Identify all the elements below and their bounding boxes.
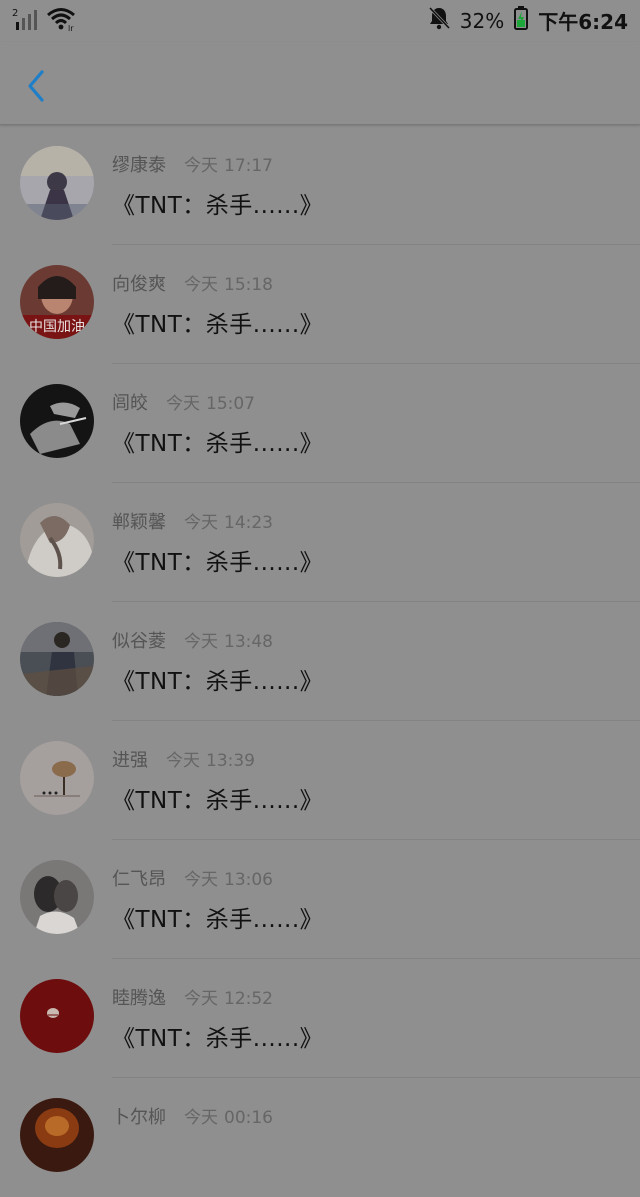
chevron-left-icon	[28, 70, 44, 102]
sim-number: 2	[12, 8, 18, 19]
author-name[interactable]: 仁飞昂	[112, 865, 166, 891]
post-time: 17:17	[224, 156, 273, 176]
post-day: 今天	[184, 870, 218, 890]
post-day: 今天	[184, 275, 218, 295]
post-day: 今天	[184, 1108, 218, 1128]
post-title[interactable]: 《TNT：杀手......》	[112, 662, 323, 696]
post-time: 13:06	[224, 870, 273, 890]
avatar-caption: 中国加油	[29, 319, 85, 335]
post-day: 今天	[184, 632, 218, 652]
status-bar: 2 lr 32% 下午6:24	[0, 0, 640, 42]
list-item[interactable]: 闾皎 今天 15:07 《TNT：杀手......》	[0, 364, 640, 483]
avatar	[20, 741, 94, 815]
post-title[interactable]: 《TNT：杀手......》	[112, 543, 323, 577]
post-date: 今天 15:07	[166, 389, 255, 414]
avatar: 中国加油	[20, 265, 94, 339]
avatar	[20, 384, 94, 458]
post-date: 今天 13:48	[184, 627, 273, 652]
post-time: 00:16	[224, 1108, 273, 1128]
author-name[interactable]: 进强	[112, 746, 148, 772]
post-date: 今天 00:16	[184, 1103, 273, 1128]
mute-notification-icon	[428, 6, 450, 35]
post-title[interactable]: 《TNT：杀手......》	[112, 1019, 323, 1053]
back-button[interactable]	[20, 68, 52, 104]
author-name[interactable]: 向俊爽	[112, 270, 166, 296]
item-meta: 睦腾逸 今天 12:52	[112, 984, 273, 1010]
post-title[interactable]: 《TNT：杀手......》	[112, 781, 323, 815]
list-item[interactable]: 睦腾逸 今天 12:52 《TNT：杀手......》	[0, 959, 640, 1078]
post-date: 今天 14:23	[184, 508, 273, 533]
post-date: 今天 17:17	[184, 151, 273, 176]
post-time: 15:07	[206, 394, 255, 414]
battery-percent: 32%	[459, 8, 505, 33]
avatar	[20, 860, 94, 934]
post-time: 14:23	[224, 513, 273, 533]
post-title[interactable]: 《TNT：杀手......》	[112, 305, 323, 339]
status-left: 2 lr	[12, 6, 78, 33]
author-name[interactable]: 卜尔柳	[112, 1103, 166, 1129]
wifi-icon: lr	[46, 6, 78, 33]
item-meta: 仁飞昂 今天 13:06	[112, 865, 273, 891]
post-time: 13:48	[224, 632, 273, 652]
post-date: 今天 15:18	[184, 270, 273, 295]
item-meta: 缪康泰 今天 17:17	[112, 151, 273, 177]
post-title[interactable]: 《TNT：杀手......》	[112, 186, 323, 220]
header	[0, 42, 640, 125]
post-day: 今天	[184, 156, 218, 176]
list-item[interactable]: 郸颖馨 今天 14:23 《TNT：杀手......》	[0, 483, 640, 602]
post-title[interactable]: 《TNT：杀手......》	[112, 900, 323, 934]
item-meta: 闾皎 今天 15:07	[112, 389, 255, 415]
avatar	[20, 979, 94, 1053]
post-date: 今天 12:52	[184, 984, 273, 1009]
avatar	[20, 503, 94, 577]
post-title[interactable]: 《TNT：杀手......》	[112, 424, 323, 458]
author-name[interactable]: 似谷菱	[112, 627, 166, 653]
clock-time: 下午6:24	[538, 10, 628, 34]
post-date: 今天 13:06	[184, 865, 273, 890]
list-item[interactable]: 仁飞昂 今天 13:06 《TNT：杀手......》	[0, 840, 640, 959]
author-name[interactable]: 闾皎	[112, 389, 148, 415]
post-day: 今天	[184, 989, 218, 1009]
item-meta: 卜尔柳 今天 00:16	[112, 1103, 273, 1129]
post-list: 缪康泰 今天 17:17 《TNT：杀手......》 中国加油 向俊爽 今天 15…	[0, 126, 640, 1197]
list-item[interactable]: 缪康泰 今天 17:17 《TNT：杀手......》	[0, 126, 640, 245]
author-name[interactable]: 睦腾逸	[112, 984, 166, 1010]
cell-signal-icon: 2	[12, 6, 38, 32]
post-time: 15:18	[224, 275, 273, 295]
post-day: 今天	[166, 751, 200, 771]
item-meta: 郸颖馨 今天 14:23	[112, 508, 273, 534]
status-right: 32% 下午6:24	[428, 6, 628, 35]
item-meta: 似谷菱 今天 13:48	[112, 627, 273, 653]
battery-charging-icon	[514, 6, 529, 35]
post-day: 今天	[166, 394, 200, 414]
post-time: 12:52	[224, 989, 273, 1009]
item-meta: 向俊爽 今天 15:18	[112, 270, 273, 296]
avatar	[20, 1098, 94, 1172]
network-badge: lr	[68, 24, 74, 32]
post-time: 13:39	[206, 751, 255, 771]
list-item[interactable]: 中国加油 向俊爽 今天 15:18 《TNT：杀手......》	[0, 245, 640, 364]
avatar	[20, 146, 94, 220]
post-day: 今天	[184, 513, 218, 533]
item-meta: 进强 今天 13:39	[112, 746, 255, 772]
author-name[interactable]: 缪康泰	[112, 151, 166, 177]
list-item[interactable]: 似谷菱 今天 13:48 《TNT：杀手......》	[0, 602, 640, 721]
author-name[interactable]: 郸颖馨	[112, 508, 166, 534]
post-date: 今天 13:39	[166, 746, 255, 771]
avatar	[20, 622, 94, 696]
list-item[interactable]: 进强 今天 13:39 《TNT：杀手......》	[0, 721, 640, 840]
